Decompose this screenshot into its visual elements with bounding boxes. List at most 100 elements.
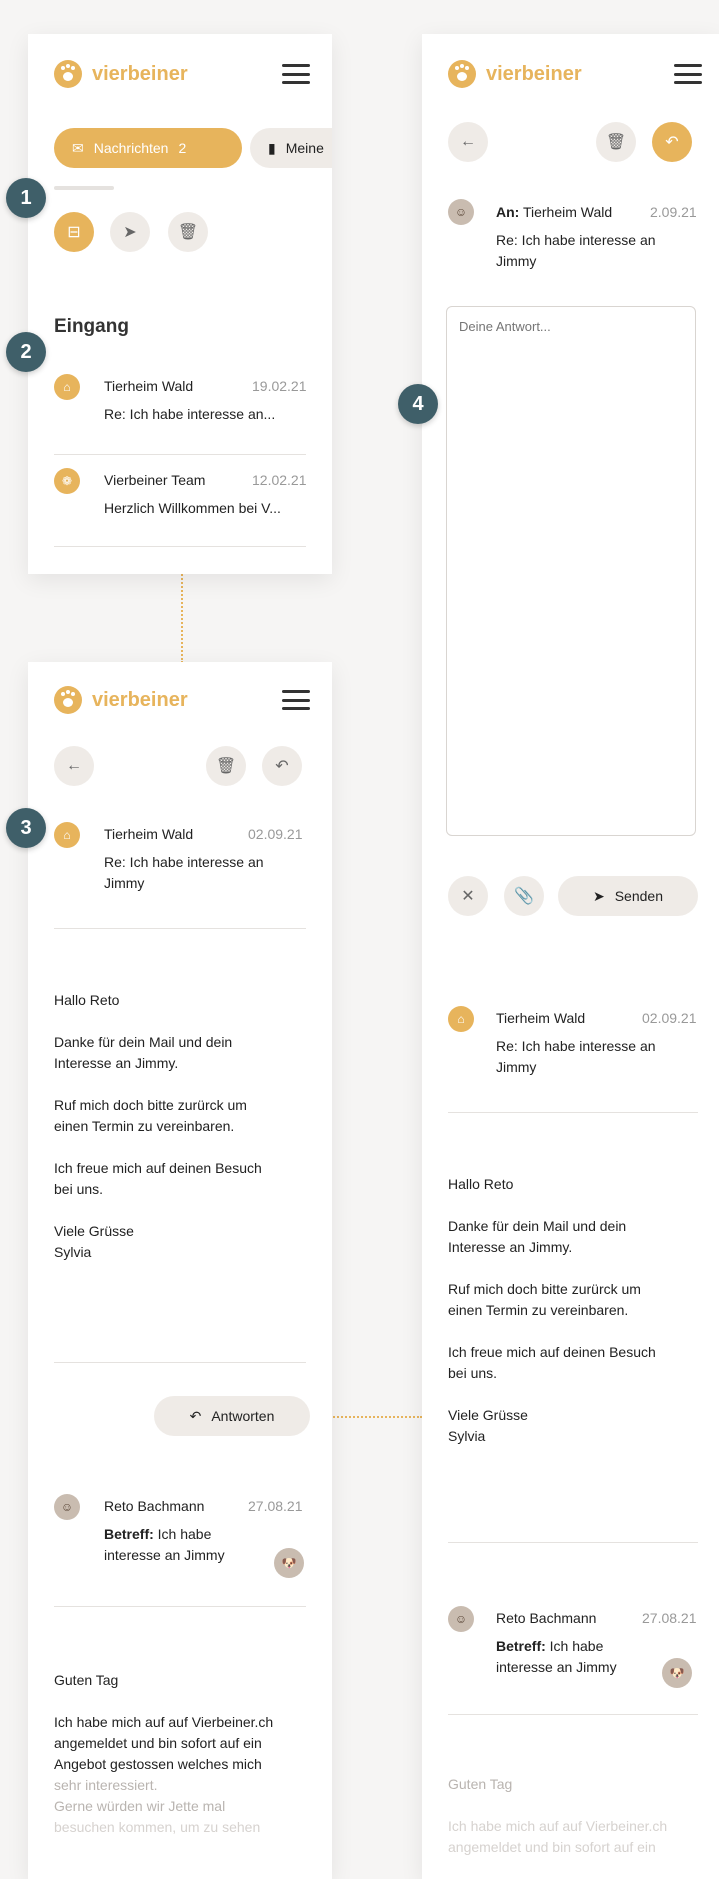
send-icon: ➤ <box>592 887 605 904</box>
inbox-filter-button[interactable]: ⊟ <box>54 212 94 252</box>
tab-label: Nachrichten <box>93 140 169 156</box>
step-marker-2: 2 <box>6 332 46 372</box>
paw-icon <box>54 686 82 714</box>
subject-line: Ich habe <box>545 1638 604 1654</box>
list-item[interactable]: ⌂ Tierheim Wald 19.02.21 Re: Ich habe in… <box>28 374 332 464</box>
message-subject: Re: Ich habe interesse an Jimmy <box>496 230 706 272</box>
paperclip-icon: 📎 <box>514 888 534 905</box>
body-line: Viele Grüsse <box>54 1223 134 1239</box>
menu-icon[interactable] <box>282 64 310 84</box>
divider <box>54 928 306 929</box>
subject-line: interesse an Jimmy <box>104 1547 225 1563</box>
body-line: Danke für dein Mail und dein <box>448 1218 627 1234</box>
back-button[interactable]: ← <box>54 746 94 786</box>
list-item[interactable]: ❁ Vierbeiner Team 12.02.21 Herzlich Will… <box>28 468 332 558</box>
message-sender: Tierheim Wald <box>496 1010 586 1026</box>
delete-button[interactable]: 🗑 <box>596 122 636 162</box>
body-line: Hallo Reto <box>54 992 120 1008</box>
reply-icon-button[interactable]: ↶ <box>262 746 302 786</box>
message-body: Hallo Reto Danke für dein Mail und dein … <box>54 990 314 1263</box>
tab-meine[interactable]: ▮ Meine <box>250 128 332 168</box>
body-line: Danke für dein Mail und dein <box>54 1034 233 1050</box>
paw-icon <box>54 60 82 88</box>
divider <box>448 1542 698 1543</box>
reply-icon: ↶ <box>189 1407 202 1424</box>
paw-icon <box>448 60 476 88</box>
arrow-left-icon: ← <box>66 757 82 774</box>
pet-thumbnail[interactable]: 🐶 <box>274 1548 304 1578</box>
trash-icon: 🗑 <box>605 134 627 151</box>
discard-button[interactable]: ✕ <box>448 876 488 916</box>
message-detail-screen: vierbeiner ← 🗑 ↶ ⌂ Tierheim Wald 02.09.2… <box>28 662 332 1879</box>
body-line: angemeldet und bin sofort auf ein <box>54 1735 262 1751</box>
reply-icon-button[interactable]: ↶ <box>652 122 692 162</box>
subject-line: Jimmy <box>104 875 145 891</box>
shelter-avatar: ⌂ <box>448 1006 474 1032</box>
subject-line: interesse an Jimmy <box>496 1659 617 1675</box>
sent-filter-button[interactable]: ➤ <box>110 212 150 252</box>
body-line: Interesse an Jimmy. <box>54 1055 179 1071</box>
to-label: An: <box>496 204 520 220</box>
back-button[interactable]: ← <box>448 122 488 162</box>
message-sender: Reto Bachmann <box>496 1610 597 1626</box>
body-line: Sylvia <box>448 1428 486 1444</box>
reply-textarea[interactable] <box>446 306 696 836</box>
logo[interactable]: vierbeiner <box>448 60 582 88</box>
menu-icon[interactable] <box>674 64 702 84</box>
subject-prefix: Betreff: <box>104 1526 154 1542</box>
logo[interactable]: vierbeiner <box>54 60 188 88</box>
divider <box>54 1362 306 1363</box>
body-line: Viele Grüsse <box>448 1407 528 1423</box>
message-date: 02.09.21 <box>248 826 303 842</box>
message-date: 12.02.21 <box>252 472 307 488</box>
subject-prefix: Betreff: <box>496 1638 546 1654</box>
logo-text: vierbeiner <box>92 688 188 711</box>
message-sender: Vierbeiner Team <box>104 472 206 488</box>
menu-icon[interactable] <box>282 690 310 710</box>
body-line: Ich habe mich auf auf Vierbeiner.ch <box>448 1818 668 1834</box>
message-date: 19.02.21 <box>252 378 307 394</box>
message-date: 02.09.21 <box>642 1010 697 1026</box>
mail-icon: ✉ <box>72 139 84 156</box>
body-line: Ich freue mich auf deinen Besuch <box>54 1160 262 1176</box>
body-line: bei uns. <box>448 1365 498 1381</box>
message-subject: Re: Ich habe interesse an... <box>104 406 276 422</box>
subject-line: Re: Ich habe interesse an <box>496 1038 656 1054</box>
close-icon: ✕ <box>461 888 475 905</box>
divider <box>448 1714 698 1715</box>
message-sender: Reto Bachmann <box>104 1498 205 1514</box>
body-line: Angebot gestossen welches mich <box>54 1756 262 1772</box>
tab-nachrichten[interactable]: ✉ Nachrichten 2 <box>54 128 242 168</box>
unread-count-badge: 2 <box>178 140 187 156</box>
pet-thumbnail[interactable]: 🐶 <box>662 1658 692 1688</box>
reply-icon: ↶ <box>275 758 289 775</box>
send-button-label: Senden <box>614 888 663 904</box>
section-title: Eingang <box>54 316 129 337</box>
divider <box>448 1112 698 1113</box>
body-line: Interesse an Jimmy. <box>448 1239 573 1255</box>
trash-filter-button[interactable]: 🗑 <box>168 212 208 252</box>
recipient: An: Tierheim Wald <box>496 204 612 220</box>
message-subject: Re: Ich habe interesse an Jimmy <box>496 1036 706 1078</box>
delete-button[interactable]: 🗑 <box>206 746 246 786</box>
attach-button[interactable]: 📎 <box>504 876 544 916</box>
trash-icon: 🗑 <box>177 224 199 241</box>
subject-line: Jimmy <box>496 253 537 269</box>
divider <box>54 1606 306 1607</box>
body-line: einen Termin zu vereinbaren. <box>54 1118 235 1134</box>
shelter-avatar: ⌂ <box>54 822 80 848</box>
scroll-indicator <box>54 186 114 190</box>
logo[interactable]: vierbeiner <box>54 686 188 714</box>
body-line: Ich freue mich auf deinen Besuch <box>448 1344 656 1360</box>
message-date: 2.09.21 <box>650 204 697 220</box>
message-body: Guten Tag Ich habe mich auf auf Vierbein… <box>448 1774 713 1858</box>
divider <box>54 454 306 455</box>
send-button[interactable]: ➤ Senden <box>558 876 698 916</box>
user-avatar: ☺ <box>448 1606 474 1632</box>
body-line: einen Termin zu vereinbaren. <box>448 1302 629 1318</box>
step-marker-3: 3 <box>6 808 46 848</box>
message-subject: Re: Ich habe interesse an Jimmy <box>104 852 304 894</box>
body-line: Sylvia <box>54 1244 92 1260</box>
reply-button[interactable]: ↶ Antworten <box>154 1396 310 1436</box>
recipient-name: Tierheim Wald <box>522 204 613 220</box>
